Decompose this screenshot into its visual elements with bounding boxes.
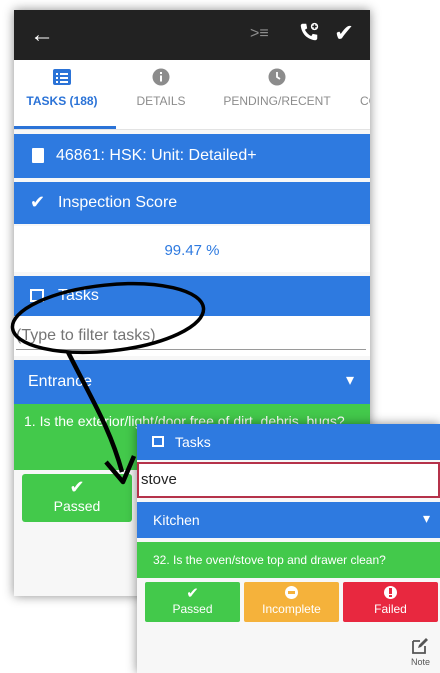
top-toolbar: ← >≡ ✔ [14,10,370,60]
tab-pending-recent[interactable]: PENDING/RECENT [208,68,346,108]
section-label: Entrance [28,373,93,390]
zoom-filter-input[interactable]: stove [137,462,440,498]
passed-button[interactable]: ✔ Passed [145,582,240,622]
tasks-label: Tasks [58,287,99,304]
zoomed-filter-panel: Tasks stove Kitchen ▾ 32. Is the oven/st… [137,424,440,673]
active-tab-indicator [14,126,116,129]
tab-co-label: CO [360,94,370,108]
zoom-tasks-header[interactable]: Tasks [137,424,440,460]
failed-label: Failed [374,602,407,616]
tab-details[interactable]: DETAILS [126,68,196,108]
clock-icon [268,68,286,86]
note-button[interactable]: Note [411,637,430,667]
passed-label: Passed [53,498,101,514]
tab-co[interactable]: CO [354,68,370,108]
edit-note-icon [412,638,429,654]
zoom-section-label: Kitchen [153,512,200,528]
inspection-score-label: Inspection Score [58,194,178,211]
unit-header[interactable]: 46861: HSK: Unit: Detailed+ [14,134,370,178]
minus-circle-icon [285,586,298,599]
chevron-down-icon: ▾ [422,510,430,526]
check-icon: ✔ [69,477,85,497]
check-icon: ✔ [186,585,199,602]
list-indent-icon[interactable]: >≡ [250,25,269,43]
note-label: Note [410,657,430,667]
chevron-down-icon: ▾ [345,372,354,389]
passed-button[interactable]: ✔ Passed [22,474,132,522]
zoom-task-buttons: ✔ Passed Incomplete Failed [137,582,440,630]
info-icon [152,68,170,86]
phone-plus-icon[interactable] [298,20,320,44]
passed-label: Passed [172,602,213,616]
filter-row [14,316,370,356]
failed-button[interactable]: Failed [343,582,438,622]
incomplete-label: Incomplete [262,602,321,616]
inspection-score-header[interactable]: ✔ Inspection Score [14,182,370,224]
list-icon [30,289,44,302]
tab-bar: TASKS (188) DETAILS PENDING/RECENT CO [14,60,370,130]
section-kitchen[interactable]: Kitchen ▾ [137,502,440,538]
check-icon: ✔ [30,192,46,212]
tab-tasks-label: TASKS (188) [26,94,98,108]
tab-details-label: DETAILS [136,94,186,108]
filter-tasks-input[interactable] [16,322,366,350]
section-entrance[interactable]: Entrance ▾ [14,360,370,404]
arrow-left-icon[interactable]: ← [30,21,54,49]
tab-tasks[interactable]: TASKS (188) [14,68,110,108]
incomplete-button[interactable]: Incomplete [244,582,339,622]
tasks-header[interactable]: Tasks [14,276,370,316]
document-icon [32,148,44,163]
unit-header-label: 46861: HSK: Unit: Detailed+ [56,147,257,164]
exclamation-circle-icon [384,586,397,599]
tab-pending-label: PENDING/RECENT [223,94,331,108]
zoom-tasks-label: Tasks [175,434,211,450]
check-icon[interactable]: ✔ [334,19,354,48]
inspection-score-value: 99.47 % [14,226,370,272]
list-icon [53,69,71,85]
list-icon [152,436,164,447]
zoom-task-question: 32. Is the oven/stove top and drawer cle… [137,542,440,578]
